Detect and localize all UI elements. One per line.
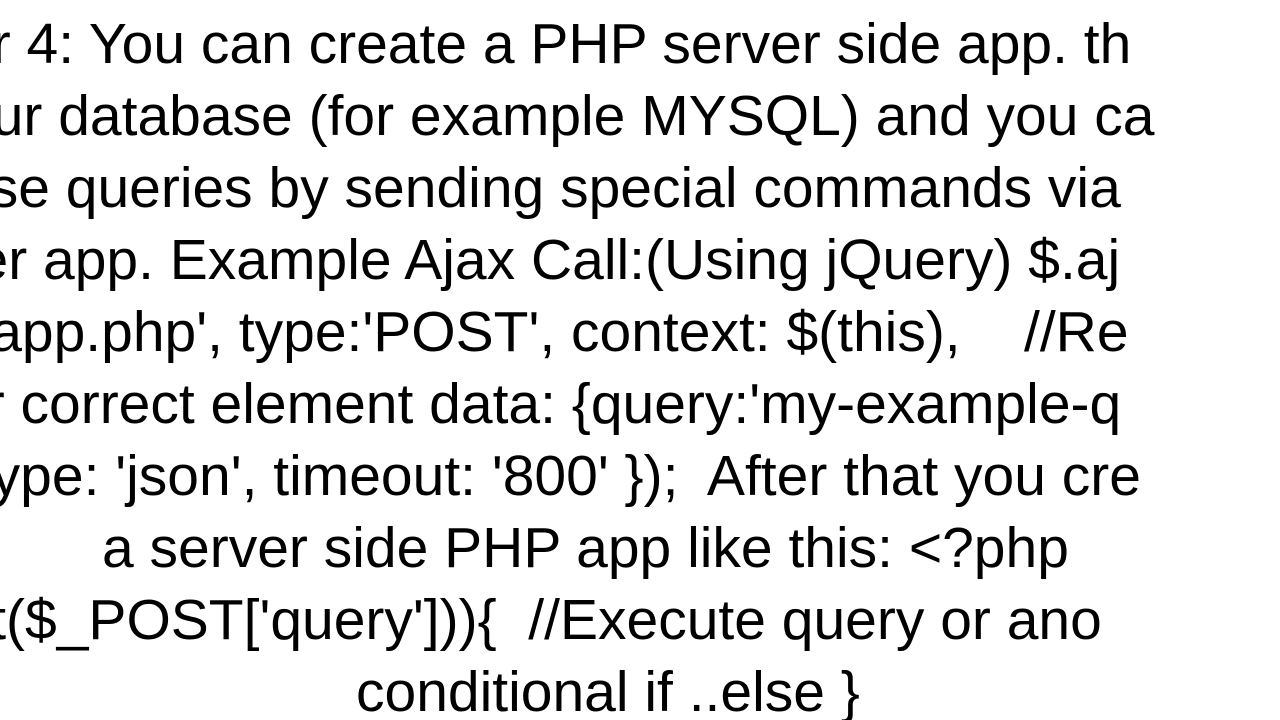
text-line: ase queries by sending special commands … xyxy=(0,152,1137,224)
text-line: ur correct element data: {query:'my-exam… xyxy=(0,368,1121,440)
text-line: Type: 'json', timeout: '800' }); After t… xyxy=(0,440,1141,512)
text-line: set($_POST['query'])){ //Execute query o… xyxy=(0,584,1102,656)
text-line: ver app. Example Ajax Call:(Using jQuery… xyxy=(0,224,1120,296)
answer-text-block: er 4: You can create a PHP server side a… xyxy=(0,0,63,720)
document-viewport: er 4: You can create a PHP server side a… xyxy=(0,0,1280,720)
text-line: er 4: You can create a PHP server side a… xyxy=(0,8,1131,80)
text-line: a server side PHP app like this: <?php xyxy=(102,512,1069,584)
text-line: nyapp.php', type:'POST', context: $(this… xyxy=(0,296,1129,368)
text-line: conditional if ..else } xyxy=(356,656,860,720)
text-line: our database (for example MYSQL) and you… xyxy=(0,80,1154,152)
